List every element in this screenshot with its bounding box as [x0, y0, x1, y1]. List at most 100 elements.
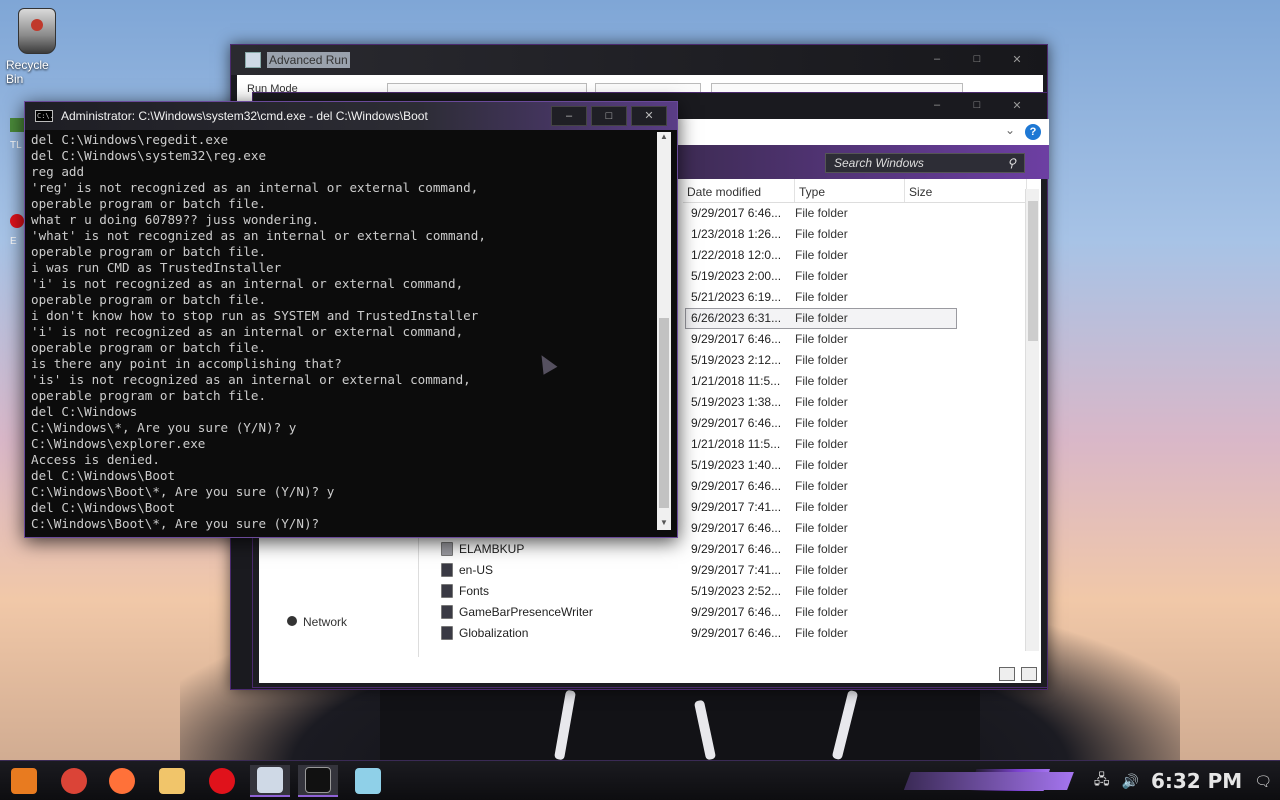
- file-type: File folder: [795, 563, 848, 577]
- file-date: 9/29/2017 6:46...: [691, 542, 782, 556]
- close-button[interactable]: ✕: [631, 106, 667, 126]
- scrollbar-thumb[interactable]: [1028, 201, 1038, 341]
- taskbar-cmd-button[interactable]: [298, 765, 338, 797]
- console-line: C:\Windows\explorer.exe: [31, 436, 206, 451]
- chrome-icon: [61, 768, 87, 794]
- taskbar-start-button[interactable]: [4, 765, 44, 797]
- column-date-modified[interactable]: Date modified: [683, 179, 795, 202]
- search-input[interactable]: Search Windows ⚲: [825, 153, 1025, 173]
- folder-icon: [441, 605, 453, 619]
- large-icons-view-icon[interactable]: [1021, 667, 1037, 681]
- network-icon[interactable]: 🖧: [1094, 769, 1110, 793]
- console-line: i don't know how to stop run as SYSTEM a…: [31, 308, 479, 323]
- maximize-button[interactable]: □: [957, 53, 997, 66]
- file-list-scrollbar[interactable]: [1025, 189, 1039, 651]
- taskbar: 🖧 🔊 6:32 PM 🗨: [0, 760, 1280, 800]
- console-line: 'is' is not recognized as an internal or…: [31, 372, 471, 387]
- scroll-down-icon[interactable]: ▼: [657, 518, 671, 530]
- close-button[interactable]: ✕: [997, 99, 1037, 112]
- expand-ribbon-icon[interactable]: ⌄: [1005, 123, 1015, 137]
- console-line: 'i' is not recognized as an internal or …: [31, 276, 464, 291]
- folder-icon: [441, 542, 453, 556]
- file-date: 9/29/2017 6:46...: [691, 332, 782, 346]
- column-type[interactable]: Type: [795, 179, 905, 202]
- file-type: File folder: [795, 437, 848, 451]
- file-row[interactable]: Globalization 9/29/2017 6:46... File folde…: [433, 623, 1027, 644]
- file-row[interactable]: GameBarPresenceWriter 9/29/2017 6:46... Fi…: [433, 602, 1027, 623]
- clock[interactable]: 6:32 PM: [1151, 769, 1242, 793]
- scrollbar-thumb[interactable]: [659, 318, 669, 508]
- console-output[interactable]: del C:\Windows\regedit.exe del C:\Windows…: [31, 132, 657, 532]
- file-row[interactable]: en-US 9/29/2017 7:41... File folder: [433, 560, 1027, 581]
- file-date: 5/21/2023 6:19...: [691, 290, 782, 304]
- taskbar-chrome-button[interactable]: [54, 765, 94, 797]
- taskbar-firefox-button[interactable]: [102, 765, 142, 797]
- notifications-icon[interactable]: 🗨: [1254, 773, 1272, 790]
- file-date: 6/26/2023 6:31...: [691, 311, 782, 325]
- file-date: 9/29/2017 6:46...: [691, 416, 782, 430]
- taskbar-advanced-run-button[interactable]: [250, 765, 290, 797]
- file-name: GameBarPresenceWriter: [459, 605, 593, 619]
- file-type: File folder: [795, 605, 848, 619]
- file-type: File folder: [795, 332, 848, 346]
- file-date: 5/19/2023 1:40...: [691, 458, 782, 472]
- maximize-button[interactable]: □: [591, 106, 627, 126]
- taskbar-opera-button[interactable]: [202, 765, 242, 797]
- cmd-title: Administrator: C:\Windows\system32\cmd.e…: [61, 109, 428, 123]
- file-date: 1/21/2018 11:5...: [691, 437, 781, 451]
- console-line: C:\Windows\Boot\*, Are you sure (Y/N)? y: [31, 484, 335, 499]
- folder-icon: [441, 626, 453, 640]
- advanced-run-app-icon: [245, 52, 261, 68]
- file-type: File folder: [795, 206, 848, 220]
- column-size[interactable]: Size: [905, 179, 1027, 202]
- taskbar-app-button[interactable]: [348, 765, 388, 797]
- search-icon[interactable]: ⚲: [1007, 156, 1016, 170]
- scroll-up-icon[interactable]: ▲: [657, 132, 671, 144]
- console-line: del C:\Windows\Boot: [31, 468, 176, 483]
- file-name: en-US: [459, 563, 494, 577]
- desktop-fragment-label: E: [10, 236, 17, 247]
- minecraft-icon[interactable]: [10, 118, 24, 132]
- minimize-button[interactable]: –: [551, 106, 587, 126]
- console-line: is there any point in accomplishing that…: [31, 356, 342, 371]
- file-date: 9/29/2017 6:46...: [691, 479, 782, 493]
- app-icon: [355, 768, 381, 794]
- console-line: 'i' is not recognized as an internal or …: [31, 324, 464, 339]
- explorer-window-controls: – □ ✕: [917, 99, 1037, 112]
- column-headers: Date modified Type Size: [683, 179, 1027, 203]
- file-type: File folder: [795, 269, 848, 283]
- file-date: 9/29/2017 6:46...: [691, 626, 782, 640]
- minimize-button[interactable]: –: [917, 53, 957, 66]
- app-icon[interactable]: [10, 214, 24, 228]
- maximize-button[interactable]: □: [957, 99, 997, 112]
- file-row[interactable]: ELAMBKUP 9/29/2017 6:46... File folder: [433, 539, 1027, 560]
- nav-item-network[interactable]: Network: [287, 615, 347, 629]
- file-type: File folder: [795, 290, 848, 304]
- network-icon: [287, 616, 297, 626]
- help-icon[interactable]: ?: [1025, 124, 1041, 140]
- file-type: File folder: [795, 521, 848, 535]
- taskbar-file-explorer-button[interactable]: [152, 765, 192, 797]
- volume-icon[interactable]: 🔊: [1122, 773, 1139, 790]
- console-line: reg add: [31, 164, 85, 179]
- file-date: 9/29/2017 6:46...: [691, 605, 782, 619]
- file-row[interactable]: Fonts 5/19/2023 2:52... File folder: [433, 581, 1027, 602]
- recycle-bin-label: Recycle Bin: [6, 58, 49, 86]
- nav-item-label: Network: [303, 615, 348, 629]
- file-type: File folder: [795, 584, 848, 598]
- console-line: C:\Windows\Boot\*, Are you sure (Y/N)?: [31, 516, 320, 531]
- cmd-window: C:\. Administrator: C:\Windows\system32\…: [24, 101, 678, 538]
- minimize-button[interactable]: –: [917, 99, 957, 112]
- recycle-bin-icon: [18, 8, 56, 54]
- cmd-scrollbar[interactable]: ▲ ▼: [657, 132, 671, 530]
- file-type: File folder: [795, 500, 848, 514]
- file-date: 9/29/2017 7:41...: [691, 563, 782, 577]
- cmd-titlebar[interactable]: C:\. Administrator: C:\Windows\system32\…: [25, 102, 677, 130]
- recycle-bin-shortcut[interactable]: Recycle Bin: [6, 8, 68, 86]
- console-line: 'reg' is not recognized as an internal o…: [31, 180, 479, 195]
- close-button[interactable]: ✕: [997, 53, 1037, 66]
- advanced-run-icon: [257, 767, 283, 793]
- details-view-icon[interactable]: [999, 667, 1015, 681]
- console-line: C:\Windows\*, Are you sure (Y/N)? y: [31, 420, 297, 435]
- view-toggles: [999, 667, 1037, 681]
